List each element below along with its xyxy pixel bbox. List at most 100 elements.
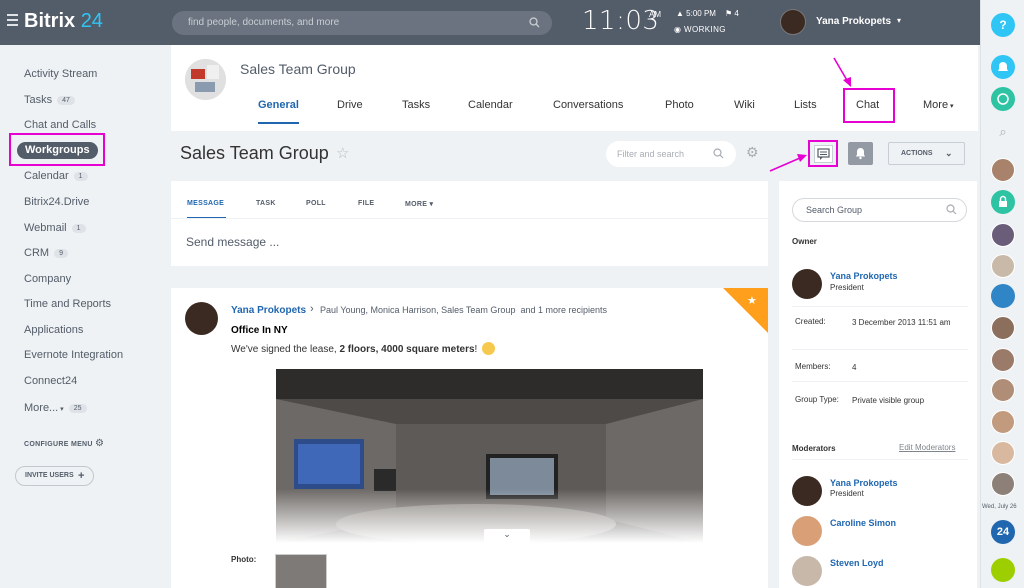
contact-avatar[interactable] bbox=[991, 348, 1015, 372]
contact-avatar[interactable] bbox=[991, 316, 1015, 340]
filter-search-input[interactable]: Filter and search bbox=[606, 141, 736, 167]
tab-drive[interactable]: Drive bbox=[337, 99, 363, 111]
contact-avatar[interactable] bbox=[991, 223, 1015, 247]
reminder-time[interactable]: ▲ 5:00 PM bbox=[676, 9, 716, 18]
tab-lists[interactable]: Lists bbox=[794, 99, 817, 111]
contact-avatar[interactable] bbox=[991, 254, 1015, 278]
contact-avatar[interactable] bbox=[991, 378, 1015, 402]
tab-general[interactable]: General bbox=[258, 99, 299, 111]
tab-conversations[interactable]: Conversations bbox=[553, 99, 623, 111]
group-avatar[interactable] bbox=[185, 59, 226, 100]
counter-badge: 25 bbox=[68, 404, 87, 413]
sidebar-item-chat-and-calls[interactable]: Chat and Calls bbox=[24, 119, 96, 131]
app-logo[interactable]: Bitrix 24 bbox=[24, 10, 103, 33]
sidebar-item-webmail[interactable]: Webmail 1 bbox=[24, 222, 86, 234]
clock-ampm: AM bbox=[649, 10, 661, 19]
chat-button[interactable] bbox=[808, 140, 838, 167]
tab-more[interactable]: MORE ▾ bbox=[405, 200, 433, 208]
star-icon[interactable]: ☆ bbox=[336, 144, 349, 162]
chevron-down-icon: ▾ bbox=[948, 103, 954, 110]
sidebar-item-connect24[interactable]: Connect24 bbox=[24, 375, 77, 387]
owner-name[interactable]: Yana Prokopets bbox=[830, 271, 898, 281]
star-icon[interactable]: ★ bbox=[747, 294, 757, 307]
clock-time[interactable]: 11:03 bbox=[582, 6, 659, 36]
tab-more[interactable]: More ▾ bbox=[923, 99, 954, 111]
expand-button[interactable]: ⌄ bbox=[484, 529, 530, 546]
reminder-time-label: 5:00 PM bbox=[686, 9, 716, 18]
phone-icon[interactable] bbox=[991, 558, 1015, 582]
tab-file[interactable]: FILE bbox=[358, 200, 374, 207]
badge-24[interactable]: 24 bbox=[991, 520, 1015, 544]
tab-calendar[interactable]: Calendar bbox=[468, 99, 513, 111]
photo-thumbnail[interactable] bbox=[275, 554, 327, 588]
notification-button[interactable] bbox=[848, 142, 873, 165]
contact-avatar[interactable] bbox=[991, 472, 1015, 496]
work-status-label: WORKING bbox=[684, 25, 726, 34]
configure-menu[interactable]: CONFIGURE MENU bbox=[24, 441, 93, 448]
sidebar-item-tasks[interactable]: Tasks 47 bbox=[24, 94, 75, 106]
moderator-name[interactable]: Steven Loyd bbox=[830, 558, 884, 568]
contact-avatar[interactable] bbox=[991, 158, 1015, 182]
sidebar-item-calendar[interactable]: Calendar 1 bbox=[24, 170, 88, 182]
favorite-corner[interactable] bbox=[723, 288, 768, 333]
gear-icon[interactable]: ⚙ bbox=[95, 438, 104, 449]
tab-wiki[interactable]: Wiki bbox=[734, 99, 755, 111]
tab-chat[interactable]: Chat bbox=[843, 88, 895, 123]
send-message-input[interactable]: Send message ... bbox=[186, 235, 279, 249]
tab-poll[interactable]: POLL bbox=[306, 200, 326, 207]
tab-task[interactable]: TASK bbox=[256, 200, 276, 207]
moderator-name[interactable]: Caroline Simon bbox=[830, 518, 896, 528]
divider bbox=[792, 306, 968, 307]
user-avatar[interactable] bbox=[780, 9, 806, 35]
search-icon[interactable] bbox=[946, 204, 957, 215]
sidebar-item-crm[interactable]: CRM 9 bbox=[24, 247, 68, 259]
avatar[interactable] bbox=[792, 476, 822, 506]
tab-tasks[interactable]: Tasks bbox=[402, 99, 430, 111]
sidebar-item-more[interactable]: More... ▾ 25 bbox=[24, 402, 87, 414]
post-author[interactable]: Yana Prokopets bbox=[231, 305, 306, 316]
menu-icon[interactable] bbox=[7, 14, 18, 28]
avatar[interactable] bbox=[792, 269, 822, 299]
sidebar-item-drive[interactable]: Bitrix24.Drive bbox=[24, 196, 89, 208]
flag-count: 4 bbox=[734, 9, 739, 18]
sidebar-item-evernote[interactable]: Evernote Integration bbox=[24, 349, 123, 361]
search-icon[interactable]: ⌕ bbox=[991, 120, 1015, 144]
moderator-name[interactable]: Yana Prokopets bbox=[830, 478, 898, 488]
sidebar-item-time-and-reports[interactable]: Time and Reports bbox=[24, 298, 111, 310]
created-key: Created: bbox=[795, 317, 826, 326]
office-photo[interactable] bbox=[276, 369, 703, 543]
tab-message[interactable]: MESSAGE bbox=[187, 200, 224, 207]
work-status[interactable]: ◉ WORKING bbox=[674, 25, 726, 34]
post-recipients[interactable]: Paul Young, Monica Harrison, Sales Team … bbox=[320, 305, 607, 315]
contact-avatar[interactable] bbox=[991, 441, 1015, 465]
user-name[interactable]: Yana Prokopets bbox=[816, 16, 891, 27]
sidebar-item-activity-stream[interactable]: Activity Stream bbox=[24, 68, 97, 80]
lock-icon[interactable] bbox=[991, 190, 1015, 214]
gear-icon[interactable]: ⚙ bbox=[746, 144, 759, 161]
notifications-icon[interactable] bbox=[991, 55, 1015, 79]
sidebar-item-applications[interactable]: Applications bbox=[24, 324, 83, 336]
sidebar-item-workgroups[interactable]: Workgroups bbox=[17, 142, 98, 159]
help-icon[interactable]: ? bbox=[991, 13, 1015, 37]
tab-photo[interactable]: Photo bbox=[665, 99, 694, 111]
search-icon[interactable] bbox=[529, 17, 540, 28]
messenger-icon[interactable] bbox=[991, 87, 1015, 111]
chevron-down-icon: ⌄ bbox=[503, 529, 511, 539]
flag-counter[interactable]: ⚑ 4 bbox=[725, 9, 739, 18]
more-recipients[interactable]: and 1 more recipients bbox=[520, 305, 607, 315]
edit-moderators-link[interactable]: Edit Moderators bbox=[899, 443, 955, 452]
avatar[interactable] bbox=[792, 556, 822, 586]
flag-icon: ⚑ bbox=[725, 9, 733, 18]
group-search-input[interactable]: Search Group bbox=[792, 198, 967, 222]
sidebar-item-company[interactable]: Company bbox=[24, 273, 71, 285]
actions-dropdown[interactable]: ACTIONS ⌄ bbox=[888, 142, 965, 165]
search-icon[interactable] bbox=[713, 148, 724, 159]
invite-users-button[interactable]: INVITE USERS + bbox=[15, 466, 94, 486]
avatar[interactable] bbox=[792, 516, 822, 546]
megaphone-icon[interactable] bbox=[991, 284, 1015, 308]
avatar[interactable] bbox=[185, 302, 218, 335]
global-search-input[interactable]: find people, documents, and more bbox=[172, 11, 552, 35]
page-title: Sales Team Group bbox=[180, 143, 329, 163]
contact-avatar[interactable] bbox=[991, 410, 1015, 434]
chevron-down-icon[interactable]: ▾ bbox=[897, 16, 901, 25]
